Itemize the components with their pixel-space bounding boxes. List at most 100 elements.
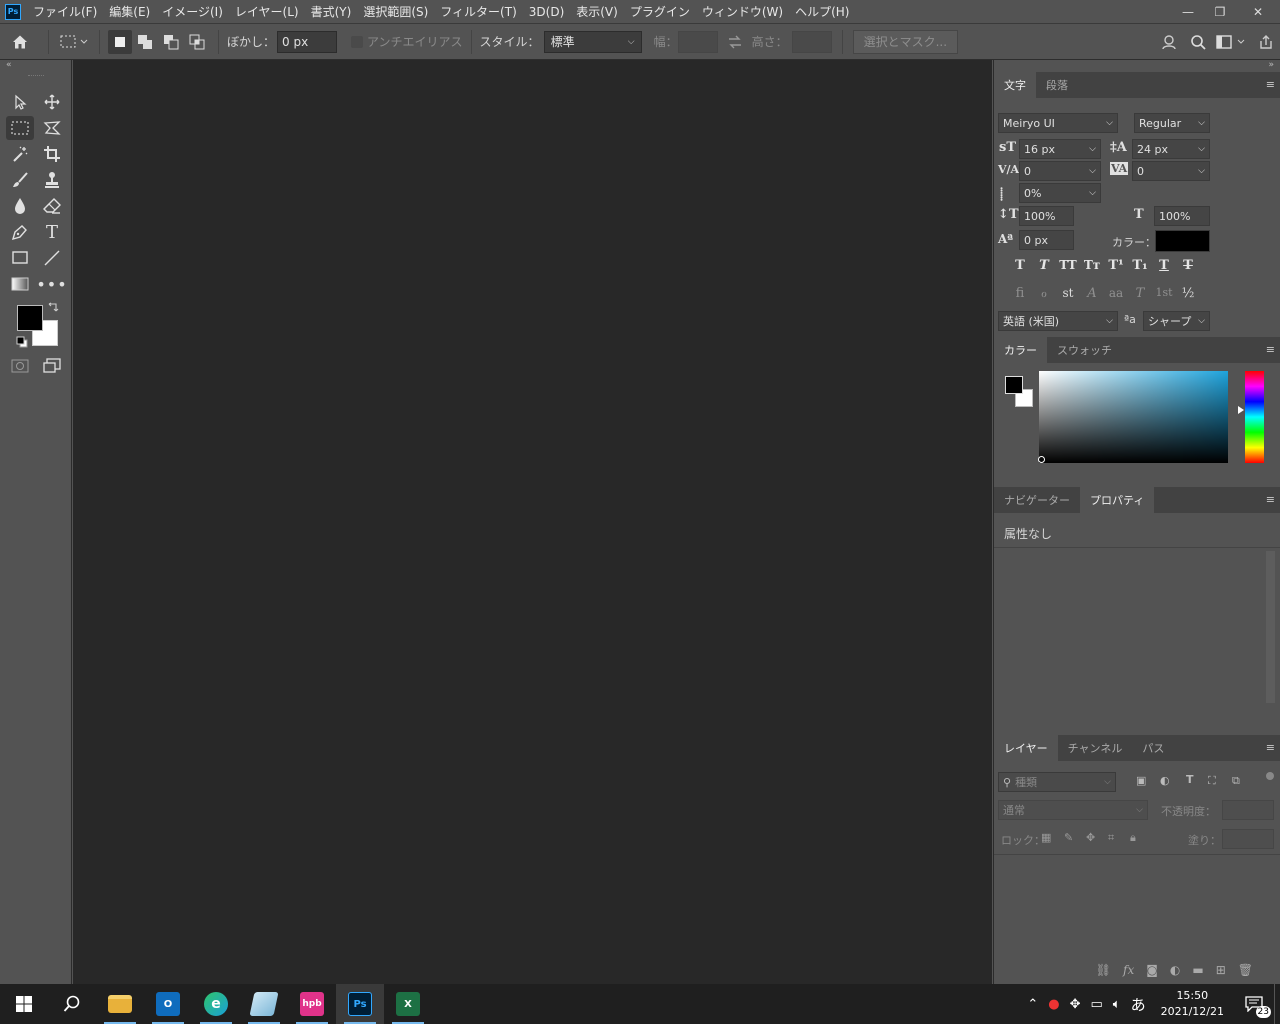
fractions-button[interactable]: ½ [1177, 286, 1199, 301]
quick-mask-button[interactable] [6, 354, 34, 378]
restore-button[interactable]: ❐ [1204, 0, 1236, 24]
new-group-icon[interactable]: ▬ [1192, 963, 1203, 977]
adjustment-layer-icon[interactable]: ◐ [1170, 963, 1180, 977]
add-selection-button[interactable] [132, 30, 158, 54]
tab-layers[interactable]: レイヤー [994, 735, 1058, 761]
tab-paths[interactable]: パス [1132, 735, 1174, 761]
tab-paragraph[interactable]: 段落 [1036, 72, 1078, 98]
antialias-checkbox[interactable] [351, 35, 364, 48]
titling-alternates-button[interactable]: T [1129, 286, 1151, 301]
panel-menu-icon[interactable]: ≡ [1266, 343, 1275, 356]
clone-stamp-tool-button[interactable] [38, 168, 66, 192]
taskbar-app-file-explorer[interactable] [96, 984, 144, 1024]
lock-artboard-icon[interactable]: ⌗ [1108, 831, 1114, 845]
faux-italic-button[interactable]: T [1033, 258, 1055, 273]
taskbar-app-notepad[interactable] [240, 984, 288, 1024]
style-select[interactable]: 標準 ⌵ [543, 30, 642, 53]
layer-filter-select[interactable]: ⚲ 種類 ⌵ [998, 772, 1116, 792]
artboard-tool-button[interactable] [38, 90, 66, 114]
network-icon[interactable]: ▭ [1085, 997, 1107, 1012]
menu-3d[interactable]: 3D(D) [523, 5, 570, 19]
lock-image-icon[interactable]: ✎ [1064, 831, 1073, 844]
workspace-switcher[interactable] [1212, 35, 1252, 49]
swap-colors-button[interactable] [47, 302, 59, 317]
brush-tool-button[interactable] [6, 168, 34, 192]
hue-slider-handle[interactable] [1238, 406, 1244, 414]
discretionary-ligatures-button[interactable]: st [1057, 286, 1079, 300]
search-button[interactable] [48, 984, 96, 1024]
opacity-input[interactable] [1222, 800, 1274, 820]
ordinals-button[interactable]: 1st [1153, 286, 1175, 299]
select-and-mask-button[interactable]: 選択とマスク... [852, 29, 959, 54]
magic-wand-tool-button[interactable] [6, 142, 34, 166]
expand-panels-icon[interactable]: » [1268, 60, 1274, 70]
new-selection-button[interactable] [108, 29, 132, 54]
lock-position-icon[interactable]: ✥ [1086, 831, 1095, 844]
move-tool-button[interactable] [6, 90, 34, 114]
lasso-tool-button[interactable] [38, 116, 66, 140]
filter-smart-object-icon[interactable]: ⧉ [1232, 774, 1240, 788]
subtract-selection-button[interactable] [158, 30, 184, 54]
feather-input[interactable]: 0 px [277, 30, 338, 53]
swash-button[interactable]: A [1081, 286, 1103, 301]
superscript-button[interactable]: T¹ [1105, 258, 1127, 273]
start-button[interactable] [0, 984, 48, 1024]
tab-properties[interactable]: プロパティ [1080, 487, 1155, 513]
clock[interactable]: 15:50 2021/12/21 [1151, 988, 1234, 1020]
font-style-select[interactable]: Regular ⌵ [1134, 113, 1210, 133]
default-colors-button[interactable] [16, 336, 28, 351]
menu-plugins[interactable]: プラグイン [624, 3, 696, 20]
fill-input[interactable] [1222, 829, 1274, 849]
share-button[interactable] [1252, 34, 1280, 50]
menu-view[interactable]: 表示(V) [570, 3, 624, 20]
underline-button[interactable]: T [1153, 258, 1175, 273]
kerning-input[interactable]: 0 ⌵ [1019, 161, 1101, 181]
filter-adjustment-icon[interactable]: ◐ [1160, 774, 1170, 787]
font-size-input[interactable]: 16 px ⌵ [1019, 139, 1101, 159]
small-caps-button[interactable]: Tт [1081, 258, 1103, 272]
menu-edit[interactable]: 編集(E) [103, 3, 156, 20]
antialias-method-select[interactable]: シャープ ⌵ [1143, 311, 1210, 331]
line-tool-button[interactable] [38, 246, 66, 270]
ligatures-button[interactable]: ﬁ [1009, 286, 1031, 301]
layers-list[interactable] [994, 855, 1280, 955]
show-hidden-icons-icon[interactable]: ⌃ [1022, 997, 1043, 1012]
cloud-user-button[interactable] [1156, 34, 1184, 50]
link-layers-icon[interactable]: ⛓︎ [1096, 963, 1111, 977]
height-input[interactable] [791, 30, 832, 53]
gradient-tool-button[interactable] [6, 272, 34, 296]
vertical-scale-input[interactable]: 100% [1019, 206, 1074, 226]
search-button[interactable] [1184, 34, 1212, 50]
layer-style-icon[interactable]: fx [1123, 963, 1134, 977]
document-canvas-area[interactable] [73, 60, 992, 984]
taskbar-app-hpb[interactable]: hpb [288, 984, 336, 1024]
filter-type-icon[interactable]: T [1186, 773, 1194, 786]
font-family-select[interactable]: Meiryo UI ⌵ [998, 113, 1118, 133]
delete-layer-icon[interactable]: 🗑︎ [1238, 963, 1253, 977]
show-desktop-button[interactable] [1274, 984, 1280, 1024]
panel-menu-icon[interactable]: ≡ [1266, 493, 1275, 506]
all-caps-button[interactable]: TT [1057, 258, 1079, 272]
tab-navigator[interactable]: ナビゲーター [994, 487, 1080, 513]
menu-image[interactable]: イメージ(I) [156, 3, 229, 20]
menu-select[interactable]: 選択範囲(S) [357, 3, 434, 20]
menu-layer[interactable]: レイヤー(L) [229, 3, 305, 20]
color-spectrum-field[interactable] [1039, 371, 1228, 463]
security-shield-icon[interactable]: ● [1043, 997, 1064, 1012]
eraser-tool-button[interactable] [38, 194, 66, 218]
tracking-input[interactable]: 0 ⌵ [1132, 161, 1210, 181]
color-panel-fg-swatch[interactable] [1005, 376, 1023, 394]
horizontal-scale-input[interactable]: 100% [1154, 206, 1210, 226]
toolbar-grip[interactable] [28, 75, 44, 77]
taskbar-app-outlook[interactable]: O [144, 984, 192, 1024]
taskbar-app-edge[interactable]: e [192, 984, 240, 1024]
collapse-toolbar-icon[interactable]: « [6, 60, 12, 70]
text-color-swatch[interactable] [1155, 230, 1210, 252]
menu-filter[interactable]: フィルター(T) [434, 3, 522, 20]
width-input[interactable] [677, 30, 718, 53]
type-tool-button[interactable]: T [38, 220, 66, 244]
tsume-input[interactable]: 0% ⌵ [1019, 183, 1101, 203]
menu-file[interactable]: ファイル(F) [27, 3, 103, 20]
taskbar-app-excel[interactable]: X [384, 984, 432, 1024]
crop-tool-button[interactable] [38, 142, 66, 166]
